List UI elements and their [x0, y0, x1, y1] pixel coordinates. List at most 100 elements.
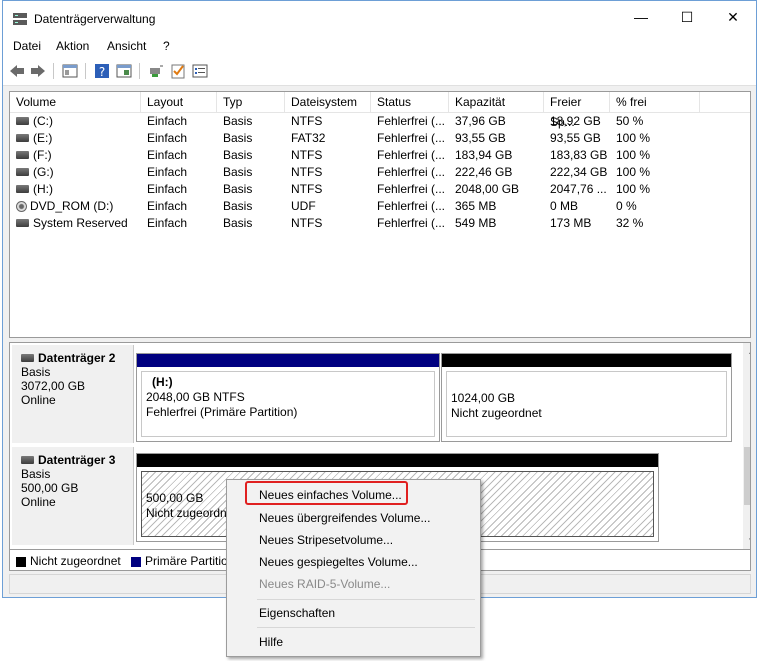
table-cell-status: Fehlerfrei (... [377, 215, 451, 232]
partition-color-bar [442, 354, 731, 367]
menu-item-new-spanned-volume[interactable]: Neues übergreifendes Volume... [259, 511, 430, 525]
menu-item-new-striped-volume[interactable]: Neues Stripesetvolume... [259, 533, 393, 547]
highlight-box [245, 481, 408, 505]
table-cell-layout: Einfach [147, 113, 219, 130]
connect-icon[interactable] [147, 62, 165, 80]
cell-text: 173 MB [550, 216, 592, 230]
column-header-volume[interactable]: Volume [10, 92, 141, 112]
help-icon[interactable]: ? [93, 62, 111, 80]
cell-text: NTFS [291, 114, 323, 128]
disk-state: Online [21, 393, 56, 407]
table-cell-volume: DVD_ROM (D:) [16, 198, 142, 215]
cell-text: 50 % [616, 114, 644, 128]
menu-aktion[interactable]: Aktion [56, 39, 89, 53]
table-row[interactable]: (G:) Einfach Basis NTFS Fehlerfrei (... 222,4… [10, 164, 750, 181]
table-cell-layout: Einfach [147, 130, 219, 147]
check-icon[interactable] [169, 62, 187, 80]
scroll-down-arrow[interactable]: ▼ [743, 532, 750, 549]
table-cell-status: Fehlerfrei (... [377, 147, 451, 164]
drive-icon [16, 116, 29, 125]
minimize-button[interactable]: — [618, 1, 664, 33]
disk-2-label[interactable]: Datenträger 2 Basis 3072,00 GB Online [12, 345, 134, 443]
list-icon[interactable] [191, 62, 209, 80]
cell-text: (F:) [33, 148, 52, 162]
cell-text: 2048,00 GB [455, 182, 520, 196]
table-row[interactable]: (E:) Einfach Basis FAT32 Fehlerfrei (... 93,5… [10, 130, 750, 147]
toolbar-separator [53, 63, 54, 79]
table-row[interactable]: (C:) Einfach Basis NTFS Fehlerfrei (... 37,96… [10, 113, 750, 130]
cell-text: Einfach [147, 216, 188, 230]
column-header-layout[interactable]: Layout [141, 92, 217, 112]
close-button[interactable]: ✕ [710, 1, 756, 33]
partition-color-bar [137, 354, 439, 367]
table-cell-layout: Einfach [147, 198, 219, 215]
legend-swatch [131, 556, 141, 567]
table-cell-status: Fehlerfrei (... [377, 198, 451, 215]
cell-text: Fehlerfrei (... [377, 199, 446, 213]
cell-text: Fehlerfrei (... [377, 148, 446, 162]
cell-text: Fehlerfrei (... [377, 165, 446, 179]
table-row[interactable]: System Reserved Einfach Basis NTFS Fehlerfre… [10, 215, 750, 232]
column-header-prozent-frei[interactable]: % frei [610, 92, 700, 112]
cell-text: 93,55 GB [455, 131, 506, 145]
partition-h[interactable]: (H:) 2048,00 GB NTFS Fehlerfrei (Primäre… [136, 353, 440, 442]
cd-drive-icon [16, 201, 27, 213]
cell-text: UDF [291, 199, 316, 213]
cell-text: 222,46 GB [455, 165, 513, 179]
forward-icon[interactable] [29, 62, 47, 80]
disk-3-label[interactable]: Datenträger 3 Basis 500,00 GB Online [12, 447, 134, 545]
console-icon[interactable] [61, 62, 79, 80]
partition-size: 1024,00 GB [451, 391, 516, 405]
table-cell-fs: FAT32 [291, 130, 373, 147]
legend-label: Nicht zugeordnet [30, 554, 121, 568]
cell-text: 93,55 GB [550, 131, 601, 145]
menu-item-help[interactable]: Hilfe [259, 635, 283, 649]
column-header-status[interactable]: Status [371, 92, 449, 112]
maximize-button[interactable]: ☐ [664, 1, 710, 33]
svg-text:?: ? [99, 65, 105, 79]
table-cell-volume: (E:) [16, 130, 142, 147]
menu-item-properties[interactable]: Eigenschaften [259, 606, 335, 620]
scroll-up-arrow[interactable]: ▲ [743, 343, 750, 360]
table-cell-layout: Einfach [147, 147, 219, 164]
table-row[interactable]: (F:) Einfach Basis NTFS Fehlerfrei (... 183,9… [10, 147, 750, 164]
table-cell-pct: 100 % [616, 147, 696, 164]
menu-datei[interactable]: Datei [13, 39, 41, 53]
table-cell-pct: 50 % [616, 113, 696, 130]
cell-text: 549 MB [455, 216, 497, 230]
column-header-dateisystem[interactable]: Dateisystem [285, 92, 371, 112]
disk-size: 3072,00 GB [21, 379, 86, 393]
partition-info: 1024,00 GB Nicht zugeordnet [446, 371, 727, 437]
cell-text: 0 % [616, 199, 637, 213]
table-row[interactable]: DVD_ROM (D:) Einfach Basis UDF Fehlerfrei (.… [10, 198, 750, 215]
column-header-freier-speicher[interactable]: Freier Sp... [544, 92, 610, 129]
cell-text: System Reserved [33, 216, 128, 230]
table-row[interactable]: (H:) Einfach Basis NTFS Fehlerfrei (... 2048,… [10, 181, 750, 198]
scrollbar-thumb[interactable] [744, 447, 750, 505]
column-header-kapazitaet[interactable]: Kapazität [449, 92, 544, 112]
cell-text: NTFS [291, 148, 323, 162]
table-cell-free: 173 MB [550, 215, 612, 232]
menu-item-new-raid5-volume: Neues RAID-5-Volume... [259, 577, 391, 591]
menu-bar: Datei Aktion Ansicht ? [3, 37, 756, 57]
column-header-typ[interactable]: Typ [217, 92, 285, 112]
cell-text: 37,96 GB [455, 114, 506, 128]
table-cell-typ: Basis [223, 164, 287, 181]
properties-icon[interactable] [115, 62, 133, 80]
table-cell-status: Fehlerfrei (... [377, 130, 451, 147]
drive-icon [16, 184, 29, 193]
table-cell-free: 18,92 GB [550, 113, 612, 130]
partition-status: Fehlerfrei (Primäre Partition) [146, 405, 298, 419]
toolbar-separator [139, 63, 140, 79]
partition-info: (H:) 2048,00 GB NTFS Fehlerfrei (Primäre… [141, 371, 435, 437]
menu-item-new-mirrored-volume[interactable]: Neues gespiegeltes Volume... [259, 555, 418, 569]
cell-text: 100 % [616, 131, 651, 145]
menu-ansicht[interactable]: Ansicht [107, 39, 146, 53]
menu-help[interactable]: ? [163, 39, 170, 53]
table-cell-typ: Basis [223, 215, 287, 232]
vertical-scrollbar[interactable]: ▲ ▼ [743, 343, 750, 549]
partition-unallocated-disk-2[interactable]: 1024,00 GB Nicht zugeordnet [441, 353, 732, 442]
table-cell-volume: (F:) [16, 147, 142, 164]
table-cell-pct: 0 % [616, 198, 696, 215]
back-icon[interactable] [8, 62, 26, 80]
